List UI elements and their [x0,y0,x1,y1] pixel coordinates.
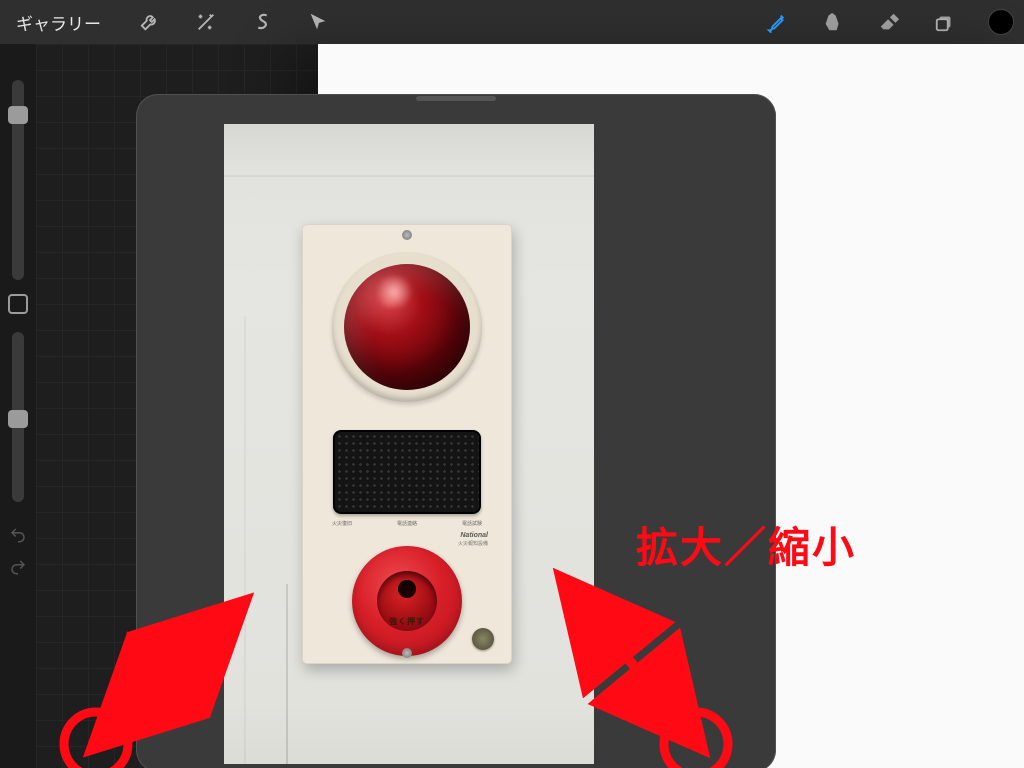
alarm-speaker [333,430,481,514]
canvas-workspace[interactable]: 火災復旧 電話連絡 電話試験 National 火災報知設備 強く押す [36,44,1024,768]
push-label: 強く押す [389,616,425,627]
panel-label: 電話試験 [462,520,482,530]
pointer-icon[interactable] [305,9,331,35]
device-notch [416,96,496,101]
cert-seal [472,628,494,650]
panel-label: 火災復旧 [332,520,352,530]
wand-icon[interactable] [193,9,219,35]
brush-icon[interactable] [764,9,790,35]
toolbar-right [764,9,1014,35]
smudge-icon[interactable] [820,9,846,35]
brand-label: National [460,532,488,539]
gallery-button[interactable]: ギャラリー [10,10,107,35]
modify-button[interactable] [8,294,28,314]
left-sidebar [0,70,36,768]
panel-label: 電話連絡 [397,520,417,530]
brush-size-slider[interactable] [12,80,24,280]
fire-alarm-panel: 火災復旧 電話連絡 電話試験 National 火災報知設備 強く押す [302,224,512,664]
eraser-icon[interactable] [876,9,902,35]
subbrand-label: 火災報知設備 [458,540,488,547]
reference-photo: 火災復旧 電話連絡 電話試験 National 火災報知設備 強く押す [224,124,594,764]
toolbar-left: ギャラリー [10,9,331,35]
opacity-slider[interactable] [12,332,24,502]
slider-thumb[interactable] [8,410,28,428]
wrench-icon[interactable] [137,9,163,35]
slider-thumb[interactable] [8,106,28,124]
layers-icon[interactable] [932,9,958,35]
top-toolbar: ギャラリー [0,0,1024,44]
redo-icon[interactable] [9,558,27,576]
undo-icon[interactable] [9,526,27,544]
color-icon[interactable] [988,9,1014,35]
s-shape-icon[interactable] [249,9,275,35]
